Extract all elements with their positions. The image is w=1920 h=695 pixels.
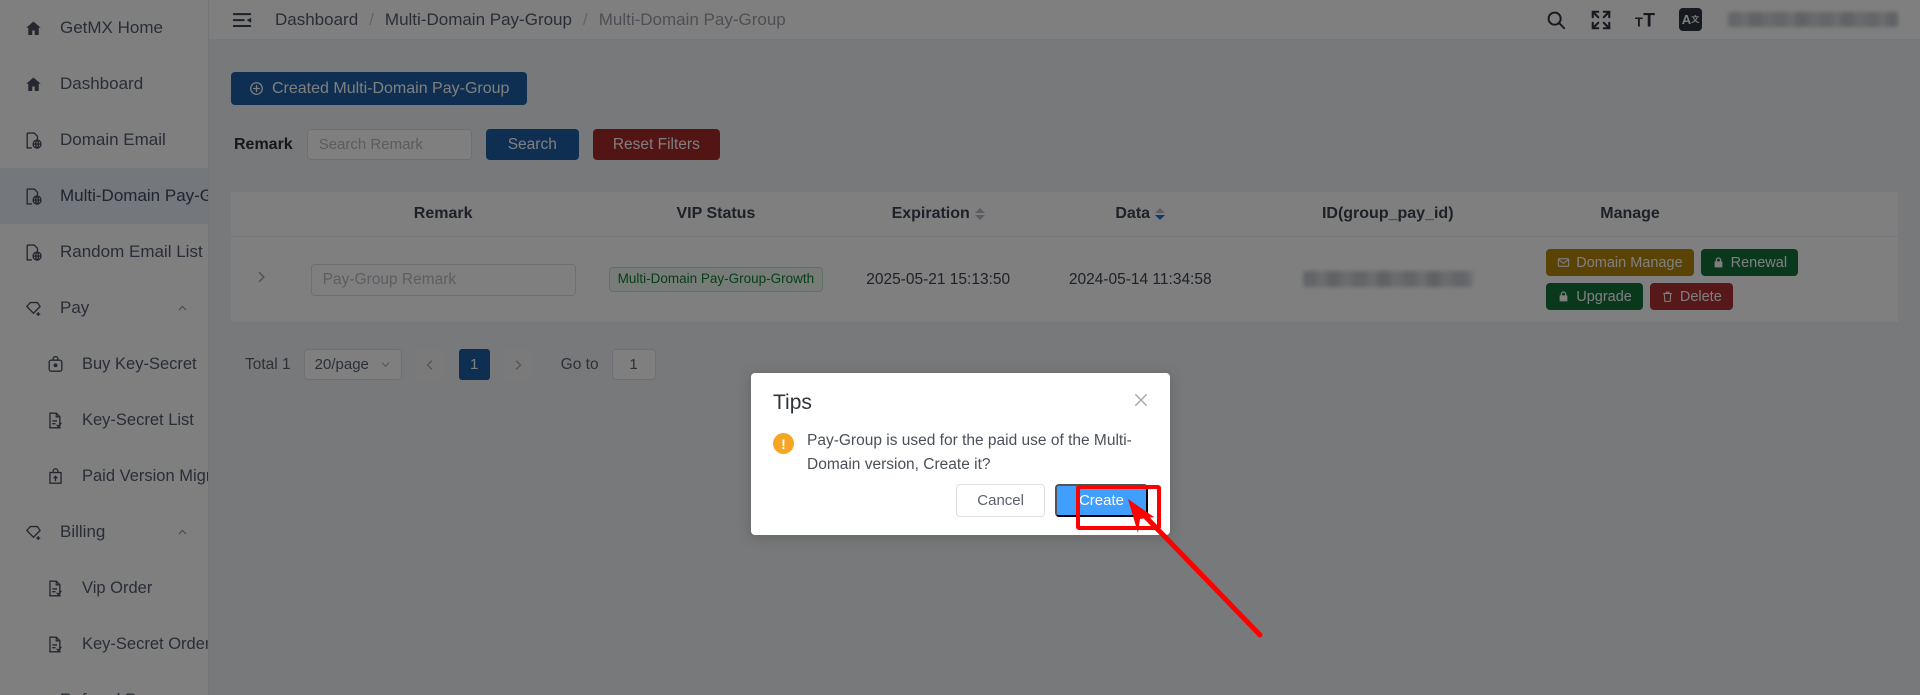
app-root: GetMX HomeDashboardDomain EmailMulti-Dom… <box>0 0 1920 695</box>
tips-dialog: Tips ! Pay-Group is used for the paid us… <box>751 373 1170 535</box>
close-icon[interactable] <box>1132 391 1150 409</box>
dialog-body: ! Pay-Group is used for the paid use of … <box>751 415 1170 477</box>
cancel-button[interactable]: Cancel <box>956 484 1045 517</box>
create-confirm-button[interactable]: Create <box>1054 484 1148 517</box>
dialog-title: Tips <box>773 391 812 414</box>
dialog-header: Tips <box>751 373 1170 415</box>
dialog-footer: Cancel Create <box>751 484 1170 535</box>
modal-backdrop[interactable] <box>0 0 1920 695</box>
exclamation-icon: ! <box>773 433 794 454</box>
dialog-message: Pay-Group is used for the paid use of th… <box>807 432 1132 474</box>
